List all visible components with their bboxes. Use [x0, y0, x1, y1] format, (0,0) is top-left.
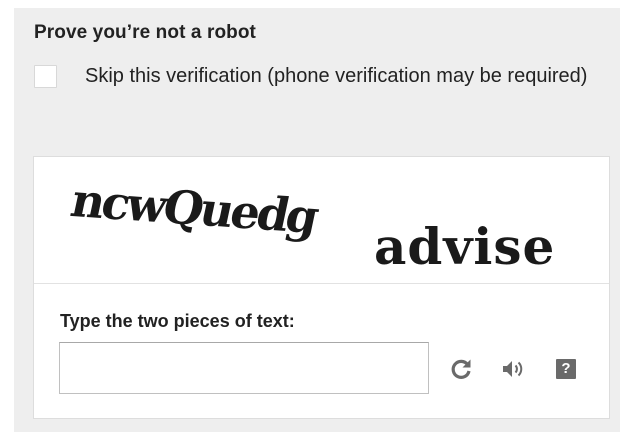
- captcha-answer-input[interactable]: [59, 342, 429, 394]
- captcha-image: ncwQuedg advise: [34, 157, 609, 283]
- speaker-icon: [503, 361, 523, 377]
- captcha-widget: ncwQuedg advise Type the two pieces of t…: [33, 156, 610, 419]
- help-button[interactable]: ?: [551, 354, 581, 384]
- reload-icon: [451, 359, 471, 379]
- skip-verification-checkbox[interactable]: [34, 65, 57, 88]
- audio-button[interactable]: [498, 354, 528, 384]
- captcha-word-distorted: ncwQuedg: [66, 173, 322, 244]
- captcha-prompt: Type the two pieces of text:: [60, 311, 295, 331]
- skip-verification-row[interactable]: Skip this verification (phone verificati…: [34, 62, 614, 122]
- help-icon: ?: [556, 359, 576, 379]
- skip-verification-label[interactable]: Skip this verification (phone verificati…: [85, 62, 610, 91]
- reload-button[interactable]: [446, 354, 476, 384]
- verification-panel: Prove you’re not a robot Skip this verif…: [14, 8, 620, 432]
- verification-heading: Prove you’re not a robot: [34, 22, 256, 43]
- captcha-divider: [34, 283, 609, 284]
- captcha-word-plain: advise: [374, 217, 556, 276]
